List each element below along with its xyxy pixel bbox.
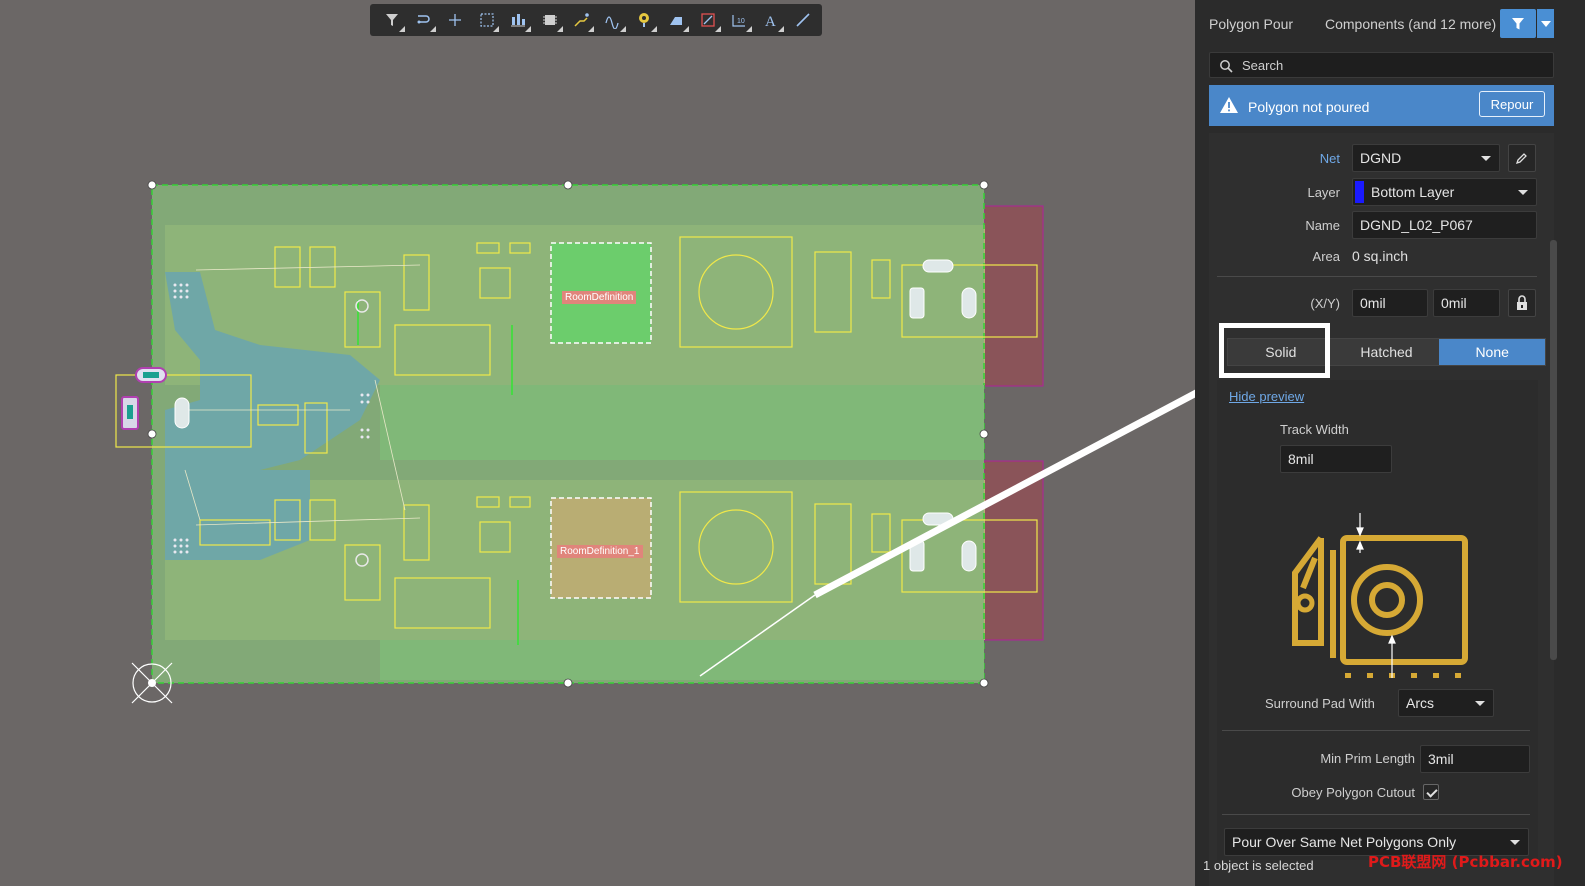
layer-label: Layer [1307, 185, 1340, 200]
surround-select[interactable]: Arcs [1398, 689, 1494, 717]
filter-icon[interactable] [376, 6, 408, 34]
diff-pair-icon[interactable] [597, 6, 629, 34]
lock-icon [1517, 295, 1527, 310]
dimension-icon[interactable]: 10 [724, 6, 756, 34]
y-value: 0mil [1441, 295, 1467, 311]
layer-color-swatch [1355, 181, 1364, 203]
chevron-down-icon [1481, 156, 1491, 161]
panel-scrollbar[interactable] [1550, 240, 1557, 660]
min-prim-field[interactable]: 3mil [1420, 745, 1530, 773]
filter-icon [1512, 17, 1524, 29]
search-placeholder: Search [1242, 58, 1284, 73]
xy-label: (X/Y) [1310, 296, 1340, 311]
pcb-canvas[interactable]: RoomDefinition RoomDefinition_1 10 A [0, 0, 1195, 886]
room-label-2: RoomDefinition_1 [557, 545, 643, 558]
room-label-1: RoomDefinition [562, 291, 637, 304]
filter-summary[interactable]: Components (and 12 more) [1325, 16, 1496, 32]
panel-header: Polygon Pour Components (and 12 more) [1195, 0, 1585, 46]
lock-button[interactable] [1508, 289, 1536, 317]
properties-section: Net DGND Layer Bottom Layer Name DGND_L0… [1209, 133, 1554, 886]
pipette-icon [1515, 153, 1527, 165]
x-value: 0mil [1360, 295, 1386, 311]
filter-button[interactable] [1500, 9, 1536, 38]
route-icon[interactable] [566, 6, 598, 34]
filter-dropdown[interactable] [1536, 9, 1554, 38]
obey-cutout-label: Obey Polygon Cutout [1291, 785, 1415, 800]
warning-icon [1220, 97, 1238, 113]
layer-value: Bottom Layer [1371, 184, 1455, 200]
fill-icon[interactable] [660, 6, 692, 34]
fill-mode-none[interactable]: None [1439, 339, 1546, 365]
net-select[interactable]: DGND [1352, 144, 1500, 172]
name-field[interactable]: DGND_L02_P067 [1352, 211, 1537, 239]
select-rect-icon[interactable] [471, 6, 503, 34]
align-icon[interactable] [502, 6, 534, 34]
min-prim-value: 3mil [1428, 751, 1454, 767]
chevron-down-icon [1540, 20, 1551, 27]
obey-cutout-checkbox[interactable] [1423, 784, 1439, 800]
callout-highlight [1219, 323, 1330, 378]
text-icon[interactable]: A [755, 6, 787, 34]
via-icon[interactable] [629, 6, 661, 34]
track-width-field[interactable]: 8mil [1280, 445, 1392, 473]
chevron-down-icon [1475, 701, 1485, 706]
preview-illustration [1292, 513, 1468, 678]
keepout-icon[interactable] [692, 6, 724, 34]
fill-mode-hatched[interactable]: Hatched [1333, 339, 1440, 365]
area-value: 0 sq.inch [1352, 248, 1409, 264]
cross-icon[interactable] [439, 6, 471, 34]
x-field[interactable]: 0mil [1352, 289, 1428, 317]
surround-label: Surround Pad With [1265, 696, 1375, 711]
alert-message: Polygon not poured [1248, 99, 1370, 115]
floating-toolbar: 10 A [370, 4, 822, 36]
line-icon[interactable] [787, 6, 819, 34]
watermark: PCB联盟网 (Pcbbar.com) [1368, 853, 1563, 871]
hide-preview-link[interactable]: Hide preview [1229, 389, 1304, 404]
panel-title: Polygon Pour [1209, 16, 1294, 32]
svg-text:10: 10 [737, 18, 745, 25]
component-icon[interactable] [534, 6, 566, 34]
track-width-value: 8mil [1288, 451, 1314, 467]
status-text: 1 object is selected [1203, 858, 1314, 873]
net-picker-button[interactable] [1508, 144, 1536, 172]
chevron-down-icon [1510, 840, 1520, 845]
search-input[interactable]: Search [1209, 52, 1554, 78]
pcb-drawing[interactable] [0, 0, 1195, 886]
net-label[interactable]: Net [1320, 151, 1340, 166]
divider [1222, 814, 1530, 815]
track-width-label: Track Width [1280, 422, 1349, 437]
y-field[interactable]: 0mil [1433, 289, 1500, 317]
net-value: DGND [1360, 150, 1402, 166]
interactive-route-icon[interactable] [408, 6, 440, 34]
alert-banner: Polygon not poured Repour [1209, 85, 1554, 126]
name-value: DGND_L02_P067 [1360, 217, 1473, 233]
svg-text:A: A [765, 14, 776, 29]
layer-select[interactable]: Bottom Layer [1352, 178, 1537, 206]
chevron-down-icon [1518, 190, 1528, 195]
preview-section: Hide preview Track Width 8mil Surround P… [1217, 380, 1538, 860]
min-prim-label: Min Prim Length [1320, 751, 1415, 766]
repour-button[interactable]: Repour [1479, 91, 1545, 117]
divider [1217, 276, 1537, 277]
search-icon [1220, 60, 1233, 73]
area-label: Area [1312, 249, 1340, 264]
divider [1222, 730, 1530, 731]
name-label: Name [1305, 218, 1340, 233]
properties-panel: Polygon Pour Components (and 12 more) Se… [1195, 0, 1585, 886]
pour-over-value: Pour Over Same Net Polygons Only [1232, 834, 1457, 850]
surround-value: Arcs [1406, 695, 1434, 711]
